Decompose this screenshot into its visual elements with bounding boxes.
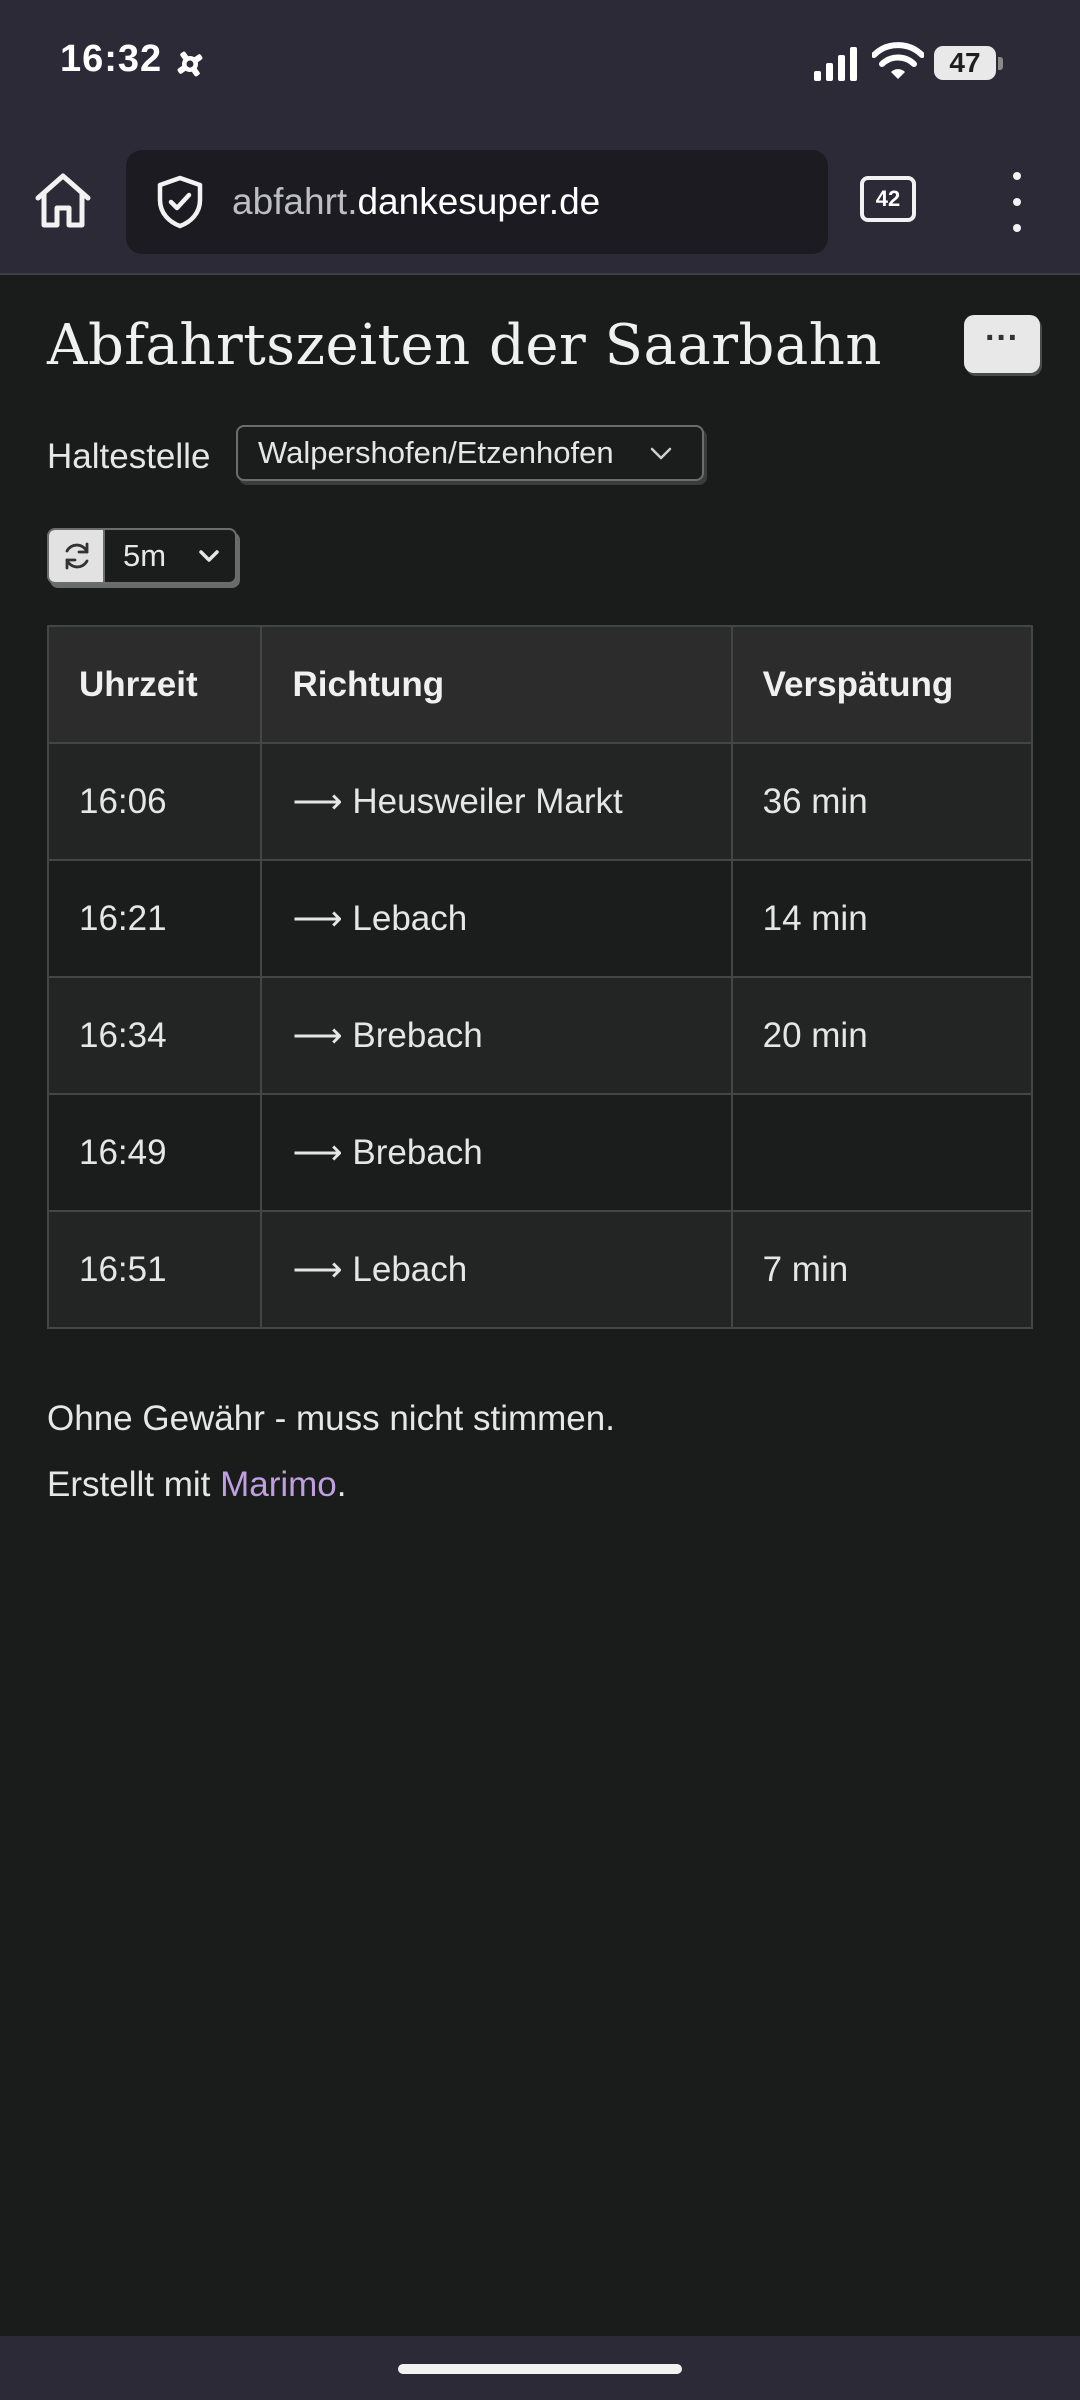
credit-suffix: .: [336, 1465, 347, 1504]
status-bar: 16:32 47: [0, 0, 1080, 130]
refresh-interval-select[interactable]: 5m: [105, 530, 235, 582]
table-header-row: Uhrzeit Richtung Verspätung: [46, 625, 1034, 744]
table-row: 16:21 ⟶ Lebach 14 min: [46, 859, 1034, 978]
wifi-icon: [872, 42, 924, 79]
cell-time: 16:49: [46, 1093, 263, 1212]
cell-time: 16:21: [46, 859, 263, 978]
menu-dot: [1013, 198, 1021, 206]
page-content: Abfahrtszeiten der Saarbahn ··· Halteste…: [0, 275, 1080, 2335]
marimo-link[interactable]: Marimo: [220, 1465, 337, 1504]
cell-direction: ⟶ Brebach: [260, 1093, 733, 1212]
more-options-button[interactable]: ···: [964, 315, 1040, 373]
refresh-control: 5m: [47, 528, 237, 584]
tabs-icon[interactable]: 42: [860, 176, 916, 222]
url-domain: dankesuper.de: [357, 181, 601, 222]
refresh-icon: [65, 542, 89, 570]
departures-table: Uhrzeit Richtung Verspätung 16:06 ⟶ Heus…: [46, 625, 1034, 1329]
navigation-bar: [0, 2336, 1080, 2400]
gear-icon: [177, 51, 203, 77]
cell-delay: 14 min: [730, 859, 1034, 978]
table-row: 16:06 ⟶ Heusweiler Markt 36 min: [46, 742, 1034, 861]
url-text[interactable]: abfahrt.dankesuper.de: [232, 150, 600, 254]
cell-delay: [730, 1093, 1034, 1212]
table-row: 16:51 ⟶ Lebach 7 min: [46, 1210, 1034, 1329]
cell-direction: ⟶ Lebach: [260, 1210, 733, 1329]
cell-direction: ⟶ Lebach: [260, 859, 733, 978]
refresh-interval-value: 5m: [123, 538, 167, 573]
table-row: 16:34 ⟶ Brebach 20 min: [46, 976, 1034, 1095]
home-gesture-handle[interactable]: [398, 2364, 682, 2374]
cell-time: 16:34: [46, 976, 263, 1095]
cell-direction: ⟶ Heusweiler Markt: [260, 742, 733, 861]
signal-icon: [814, 47, 857, 81]
page-title: Abfahrtszeiten der Saarbahn: [47, 313, 882, 378]
header-direction[interactable]: Richtung: [260, 625, 733, 744]
home-icon[interactable]: [30, 168, 96, 234]
battery-tip: [998, 57, 1003, 70]
status-time: 16:32: [60, 38, 163, 80]
refresh-button[interactable]: [49, 530, 105, 582]
browser-toolbar: abfahrt.dankesuper.de 42: [0, 130, 1080, 275]
cell-delay: 7 min: [730, 1210, 1034, 1329]
table-row: 16:49 ⟶ Brebach: [46, 1093, 1034, 1212]
url-bar[interactable]: abfahrt.dankesuper.de: [126, 150, 828, 254]
stop-select-value: Walpershofen/Etzenhofen: [258, 435, 614, 470]
cell-direction: ⟶ Brebach: [260, 976, 733, 1095]
battery-level: 47: [949, 47, 981, 78]
cell-time: 16:06: [46, 742, 263, 861]
header-time[interactable]: Uhrzeit: [46, 625, 263, 744]
credit-line: Erstellt mit Marimo.: [47, 1465, 347, 1505]
cell-delay: 20 min: [730, 976, 1034, 1095]
header-delay[interactable]: Verspätung: [730, 625, 1034, 744]
chevron-down-icon: [650, 447, 672, 460]
url-subdomain: abfahrt.: [232, 181, 358, 222]
credit-prefix: Erstellt mit: [47, 1465, 221, 1504]
battery-icon: 47: [934, 46, 1004, 82]
cell-time: 16:51: [46, 1210, 263, 1329]
chevron-down-icon: [199, 550, 219, 562]
menu-dot: [1013, 224, 1021, 232]
disclaimer-text: Ohne Gewähr - muss nicht stimmen.: [47, 1399, 615, 1438]
stop-select[interactable]: Walpershofen/Etzenhofen: [236, 425, 704, 481]
menu-dot: [1013, 172, 1021, 180]
stop-label: Haltestelle: [47, 437, 211, 476]
overflow-menu-icon[interactable]: [1000, 170, 1034, 234]
cell-delay: 36 min: [730, 742, 1034, 861]
shield-icon[interactable]: [152, 174, 208, 230]
